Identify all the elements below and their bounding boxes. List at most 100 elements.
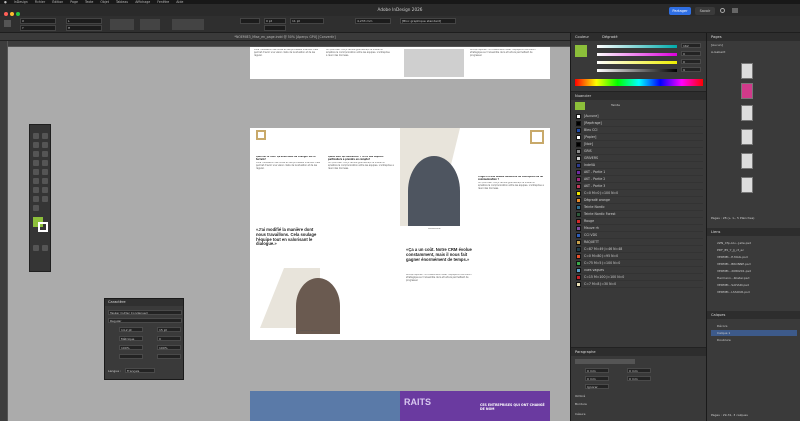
swatch-item[interactable]: GRIS [575,148,703,155]
page-bottom-left[interactable] [250,391,400,421]
eyedropper-tool-icon[interactable] [33,196,39,202]
swatch-item[interactable]: [Papier] [575,134,703,141]
link-item[interactable]: VERMEI...LSSOUR.psd [711,289,797,295]
fill-swatch-icon[interactable] [575,45,587,57]
portrait-photo[interactable] [408,156,460,226]
layer-item[interactable]: Calque 1 [711,330,797,336]
share-button[interactable]: Partager [669,7,691,15]
page-left[interactable]: Quel est le rôle? Qu'avez-vous dû change… [250,128,400,340]
page-top-left[interactable]: Voilà l'utilisation des outils et des pr… [250,47,400,79]
swatch-item[interactable]: RAQUETT [575,239,703,246]
page-thumbnail[interactable] [741,153,753,169]
swatch-item[interactable]: AKT - Partie 1 [575,169,703,176]
page-top-right[interactable]: Bonne réponse : la collaboration avec l'… [400,47,550,79]
magenta-value[interactable]: 0 [681,51,701,56]
page-right[interactable]: GUILLAUME «Ça a un coût. Notre CRM évolu… [400,128,550,340]
workspace-icon[interactable] [732,8,738,13]
stroke-color-icon[interactable] [38,222,48,232]
vertical-ruler[interactable] [0,41,8,421]
direct-selection-tool-icon[interactable] [42,133,48,139]
pasteboard[interactable]: Voilà l'utilisation des outils et des pr… [8,47,570,421]
left-indent-field[interactable]: 0 mm [585,368,609,373]
space-before-field[interactable]: 0 mm [585,376,609,381]
hyphenation-checkbox[interactable]: Césure [575,412,585,416]
swatch-item[interactable]: [Repérage] [575,120,703,127]
swatch-item[interactable]: [Noir] [575,141,703,148]
free-transform-tool-icon[interactable] [42,178,48,184]
swatch-item[interactable]: C=87 M=49 J=46 N=48 [575,246,703,253]
kerning-field[interactable]: Métrique [119,336,143,341]
swatch-item[interactable]: Mauve rh [575,225,703,232]
swatch-item[interactable]: Rouge [575,218,703,225]
baseline-shift-field[interactable] [119,354,143,359]
zoom-field[interactable]: 4,233 mm [355,18,391,24]
page-tool-icon[interactable] [33,142,39,148]
tracking-field[interactable]: 0 [157,336,181,341]
swatch-item[interactable]: Bleu CCI [575,127,703,134]
align-to-grid-dropdown[interactable]: Ignorer [585,384,609,389]
photo-frame[interactable] [404,49,464,77]
stroke-weight-field[interactable]: 0 pt [264,18,286,24]
swatch-item[interactable]: Dégradé orange [575,197,703,204]
link-item[interactable]: VERMEI...E.MAIL.psd [711,254,797,260]
vertical-scale-field[interactable]: 100% [119,345,143,350]
link-item[interactable]: VERMEI...BRONNE.psd [711,261,797,267]
font-style-dropdown[interactable]: Regular [108,318,182,323]
black-value[interactable]: 9 [681,67,701,72]
swatch-item[interactable]: GRIVERS [575,155,703,162]
search-icon[interactable] [720,8,725,13]
swatch-item[interactable]: C=15 M=100 J=100 N=0 [575,274,703,281]
swatch-item[interactable]: C=75 M=5 J=100 N=0 [575,260,703,267]
leading-field[interactable]: 15 pt [157,327,181,332]
swatch-fill-icon[interactable] [575,102,585,110]
swatch-item[interactable]: AKT - Partie 3 [575,183,703,190]
color-spectrum[interactable] [575,79,703,86]
type-tool-icon[interactable] [33,151,39,157]
page-thumbnail[interactable] [741,63,753,79]
alignment-buttons[interactable] [575,359,635,364]
master-a[interactable]: A-Gabarit [711,50,725,54]
gap-tool-icon[interactable] [42,142,48,148]
swatch-item[interactable]: CCI VDS [575,232,703,239]
tab-couleur[interactable]: Couleur [575,35,589,39]
font-family-dropdown[interactable]: Tasker Cutter Condensed [108,310,182,315]
skew-field[interactable] [157,354,181,359]
space-after-field[interactable]: 0 mm [627,376,651,381]
tab-degrade[interactable]: Dégradé [602,35,617,39]
link-item[interactable]: PDF_85_Y_Jj_ct_ec [711,247,797,253]
home-icon[interactable] [4,20,11,27]
gradient-tool-icon[interactable] [33,187,39,193]
swatch-item[interactable]: C=0 M=80 J=95 N=0 [575,253,703,260]
fill-swatch[interactable] [240,18,260,24]
page-thumbnail[interactable] [741,83,753,99]
swatch-item[interactable]: C=0 M=0 J=100 N=0 [575,190,703,197]
link-item[interactable]: 2ZN_Cfp-Alu...Jalle.psd [711,240,797,246]
pencil-tool-icon[interactable] [42,160,48,166]
language-dropdown[interactable]: Français [125,368,155,373]
swatch-item[interactable]: vues vagues [575,267,703,274]
scale-controls[interactable] [110,19,134,30]
swatch-item[interactable]: Teinte Nordic [575,204,703,211]
layer-item[interactable]: Doublure [711,337,797,343]
right-indent-field[interactable]: 0 mm [627,368,651,373]
swatch-item[interactable]: C=7 M=8 J=30 N=0 [575,281,703,288]
zoom-tool-icon[interactable] [33,205,39,211]
page-thumbnail[interactable] [741,177,753,193]
stroke-type-field[interactable] [264,25,286,31]
y-position-field[interactable]: Y [20,25,56,31]
yellow-slider[interactable] [597,61,677,64]
yellow-value[interactable]: 0 [681,59,701,64]
swatch-item[interactable]: AKT - Partie 2 [575,176,703,183]
cyan-slider[interactable] [597,45,677,48]
link-item[interactable]: Hermann...Roster.psd [711,275,797,281]
object-style-dropdown[interactable]: [Bloc graphique standard] [400,18,456,24]
black-slider[interactable] [597,69,677,72]
selection-tool-icon[interactable] [33,133,39,139]
rectangle-frame-tool-icon[interactable] [33,169,39,175]
none-master[interactable]: [Aucun] [711,43,723,47]
link-item[interactable]: VERMEI...SAHARI.psd [711,282,797,288]
hand-tool-icon[interactable] [42,196,48,202]
preview-mode-icon[interactable] [42,245,48,251]
width-field[interactable]: L [66,18,102,24]
learn-button[interactable]: Savoir [695,7,715,15]
